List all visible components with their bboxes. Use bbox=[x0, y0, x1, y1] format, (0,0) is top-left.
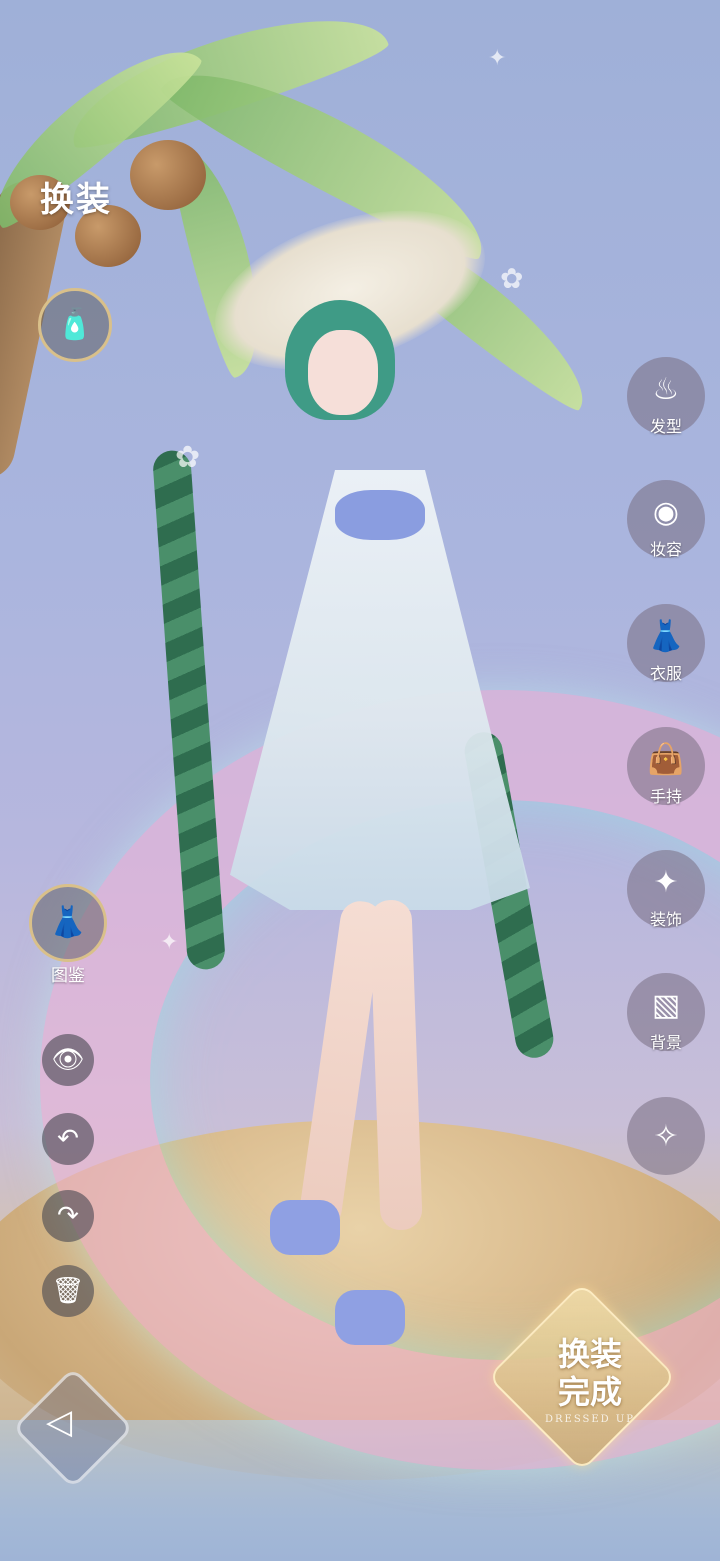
sparkle-icon: ✦ bbox=[160, 930, 179, 955]
handbag-icon: 👜 bbox=[647, 741, 685, 777]
eye-icon: 👁 bbox=[51, 1045, 85, 1075]
blue-bow bbox=[335, 490, 425, 540]
category-label: 衣服 bbox=[649, 664, 682, 683]
flower-icon: ✿ bbox=[500, 262, 524, 295]
gown-icon: 👗 bbox=[49, 905, 87, 940]
player-character bbox=[151, 180, 557, 1370]
trash-icon: 🗑 bbox=[51, 1276, 85, 1306]
flower-icon: ✿ bbox=[175, 440, 201, 475]
category-label: 手持 bbox=[649, 787, 682, 806]
background-icon: ▧ bbox=[651, 987, 681, 1023]
wings-icon: ✦ bbox=[653, 864, 679, 900]
dressup-scene: ✦ ✦ ✿ ✿ 换装 🧴 👗 图鉴 👁 ↶ ↷ 🗑 ♨ 发型 ◉ 妆容 👗 衣服 bbox=[0, 0, 720, 1561]
undo-icon: ↶ bbox=[57, 1124, 79, 1154]
category-circle: ▧ 背景 bbox=[627, 973, 705, 1052]
gallery-button[interactable]: 👗 bbox=[29, 884, 107, 962]
category-label: 妆容 bbox=[649, 540, 682, 559]
sparkle-icon: ✦ bbox=[488, 46, 507, 71]
category-circle: 👗 衣服 bbox=[627, 604, 705, 683]
category-hairstyle[interactable]: ♨ 发型 bbox=[626, 357, 706, 436]
category-background[interactable]: ▧ 背景 bbox=[626, 973, 706, 1052]
face bbox=[308, 330, 378, 415]
category-circle: ✦ 装饰 bbox=[627, 850, 705, 929]
category-clothes[interactable]: 👗 衣服 bbox=[626, 604, 706, 683]
back-arrow-icon: ◁ bbox=[46, 1402, 73, 1442]
category-label: 装饰 bbox=[649, 910, 682, 929]
hairstyle-icon: ♨ bbox=[652, 371, 680, 407]
category-handheld[interactable]: 👜 手持 bbox=[626, 727, 706, 806]
leg bbox=[369, 899, 423, 1231]
outfit-set-icon: ✧ bbox=[653, 1118, 679, 1154]
beauty-button[interactable]: 🧴 bbox=[38, 288, 112, 362]
category-label: 发型 bbox=[649, 417, 682, 436]
category-circle: ♨ 发型 bbox=[627, 357, 705, 436]
bottle-icon: 🧴 bbox=[56, 307, 94, 342]
sandal bbox=[270, 1200, 340, 1255]
delete-button[interactable]: 🗑 bbox=[42, 1265, 94, 1317]
category-circle: ◉ 妆容 bbox=[627, 480, 705, 559]
coconut bbox=[130, 140, 206, 210]
category-circle: ✧ bbox=[627, 1097, 705, 1175]
page-title: 换装 bbox=[40, 180, 112, 220]
sandal bbox=[335, 1290, 405, 1345]
category-label: 背景 bbox=[649, 1033, 682, 1052]
category-accessory[interactable]: ✦ 装饰 bbox=[626, 850, 706, 929]
gallery-label: 图鉴 bbox=[51, 966, 85, 986]
category-circle: 👜 手持 bbox=[627, 727, 705, 806]
undo-button[interactable]: ↶ bbox=[42, 1113, 94, 1165]
redo-button[interactable]: ↷ bbox=[42, 1190, 94, 1242]
category-makeup[interactable]: ◉ 妆容 bbox=[626, 480, 706, 559]
dress-icon: 👗 bbox=[647, 618, 685, 654]
category-outfit-set[interactable]: ✧ bbox=[626, 1097, 706, 1175]
toggle-visibility-button[interactable]: 👁 bbox=[42, 1034, 94, 1086]
redo-icon: ↷ bbox=[57, 1201, 79, 1231]
dressed-up-line2: 完成 bbox=[557, 1373, 622, 1411]
dressed-up-label[interactable]: 换装 完成 bbox=[530, 1335, 650, 1411]
makeup-icon: ◉ bbox=[652, 494, 680, 530]
dressed-up-subtitle: DRESSED UP bbox=[544, 1414, 636, 1425]
dressed-up-line1: 换装 bbox=[557, 1335, 622, 1373]
